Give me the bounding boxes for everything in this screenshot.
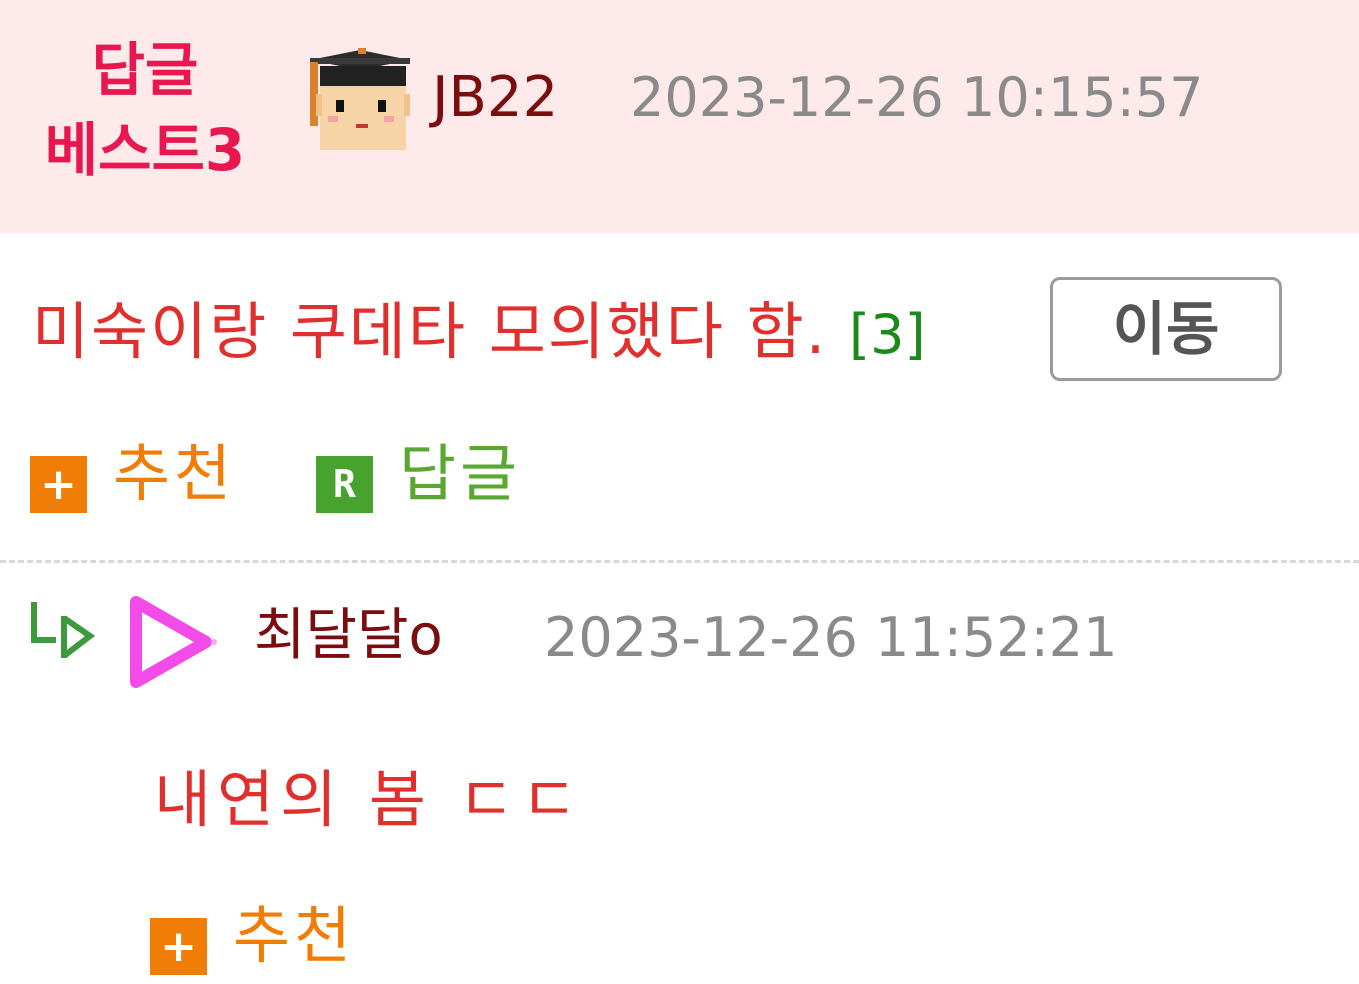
badge-line-2: 베스트3 [44,116,246,184]
reply-recommend-button[interactable]: + 추천 [150,898,356,975]
best-reply-badge: 답글 베스트3 [30,30,260,190]
post-timestamp: 2023-12-26 10:15:57 [630,66,1204,129]
recommend-label: 추천 [113,437,236,510]
reply-button[interactable]: R 답글 [316,436,522,513]
badge-line-1: 답글 [91,36,199,104]
graduate-avatar-icon[interactable] [306,48,414,156]
reply-arrow-icon [31,602,96,659]
plus-icon: + [30,455,87,513]
reply-count[interactable]: [3] [849,303,926,366]
plus-icon: + [150,917,207,975]
reply-r-icon: R [316,455,373,513]
post-title[interactable]: 미숙이랑 쿠데타 모의했다 함. [3] [32,294,926,373]
post-title-text[interactable]: 미숙이랑 쿠데타 모의했다 함. [32,295,827,368]
pink-play-icon[interactable] [128,596,224,688]
reply-text: 내연의 봄 ㄷㄷ [154,763,584,836]
comment-divider [0,560,1359,563]
reply-username[interactable]: 최달달o [254,600,443,672]
recommend-button[interactable]: + 추천 [30,436,236,513]
reply-timestamp: 2023-12-26 11:52:21 [544,606,1118,669]
reply-recommend-label: 추천 [233,899,356,972]
reply-label: 답글 [399,437,522,510]
best-reply-header: 답글 베스트3 JB22 2023-12-26 10:15:57 [0,0,1359,233]
move-button[interactable]: 이동 [1050,277,1282,381]
author-username[interactable]: JB22 [432,62,558,134]
